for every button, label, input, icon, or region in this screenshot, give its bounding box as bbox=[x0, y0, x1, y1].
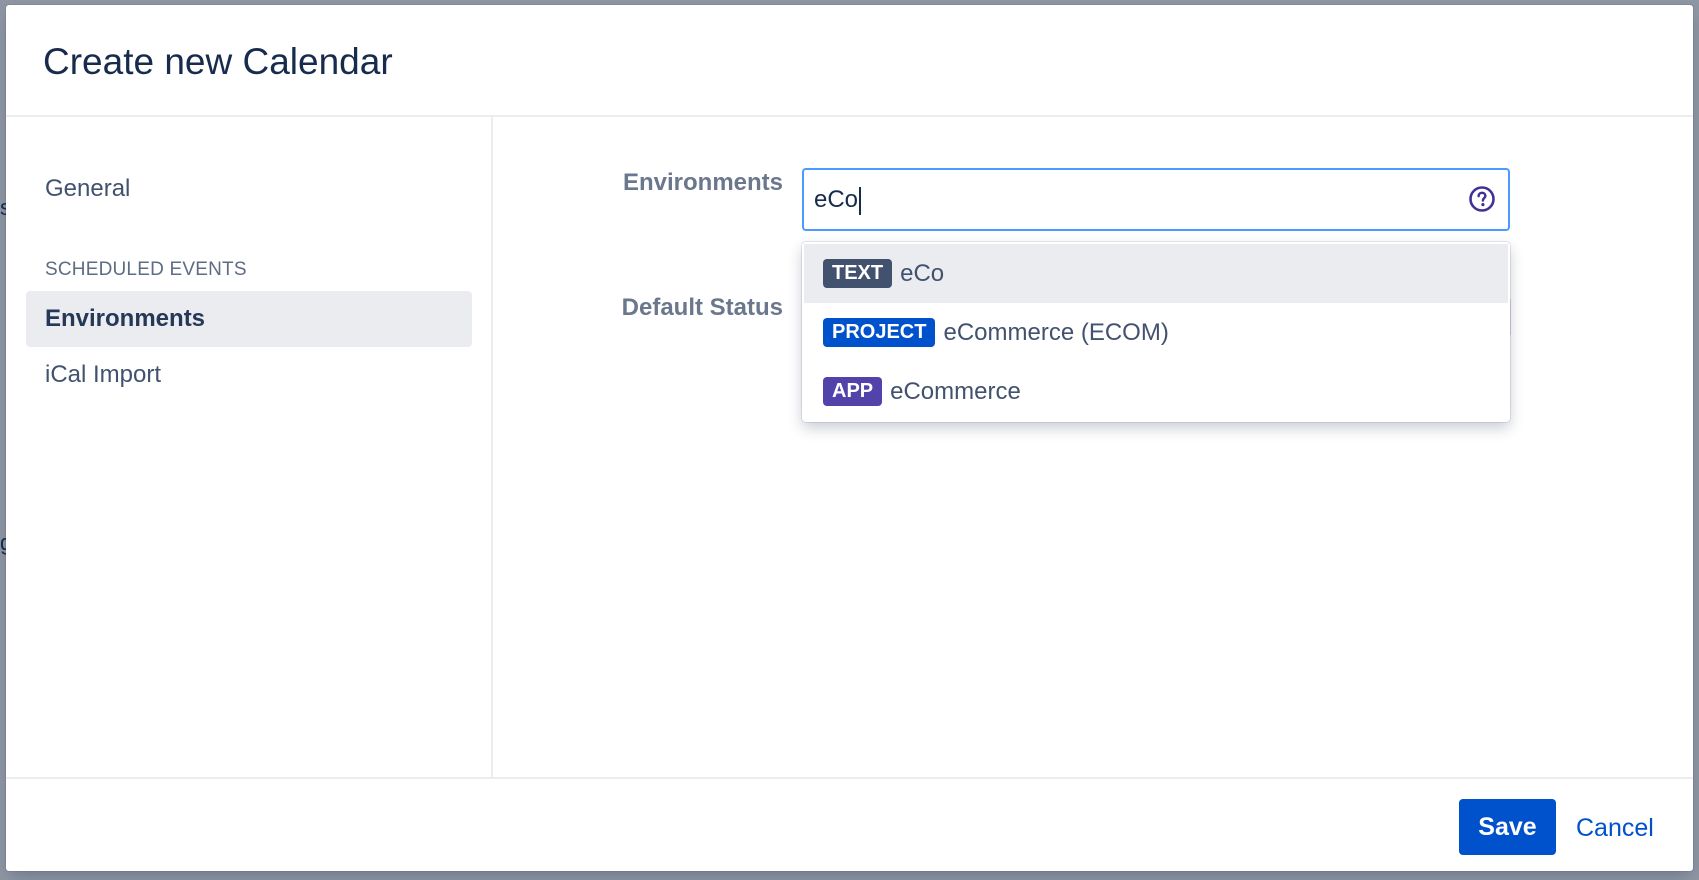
dialog-sidebar: General SCHEDULED EVENTS Environments iC… bbox=[6, 117, 493, 777]
create-calendar-dialog: Create new Calendar General SCHEDULED EV… bbox=[6, 5, 1693, 871]
dialog-footer: Save Cancel bbox=[6, 777, 1693, 871]
environments-suggestions-dropdown: TEXT eCo PROJECT eCommerce (ECOM) APP eC… bbox=[802, 242, 1510, 422]
option-label: eCommerce bbox=[890, 377, 1021, 405]
option-label: eCommerce (ECOM) bbox=[943, 318, 1169, 346]
sidebar-item-ical-import[interactable]: iCal Import bbox=[26, 347, 472, 403]
text-caret bbox=[859, 186, 862, 215]
suggestion-option-text[interactable]: TEXT eCo bbox=[804, 244, 1508, 303]
environments-label: Environments bbox=[622, 169, 783, 196]
option-label: eCo bbox=[900, 259, 945, 287]
dialog-title: Create new Calendar bbox=[43, 41, 393, 82]
suggestion-option-project[interactable]: PROJECT eCommerce (ECOM) bbox=[804, 303, 1508, 362]
sidebar-section-heading: SCHEDULED EVENTS bbox=[45, 259, 247, 280]
sidebar-item-environments[interactable]: Environments bbox=[26, 291, 472, 347]
default-status-label: Default Status bbox=[621, 294, 783, 321]
project-type-tag: PROJECT bbox=[823, 318, 936, 347]
dialog-header: Create new Calendar bbox=[6, 5, 1693, 117]
sidebar-item-general[interactable]: General bbox=[26, 161, 472, 217]
cancel-button[interactable]: Cancel bbox=[1576, 814, 1654, 843]
question-circle-icon[interactable] bbox=[1468, 185, 1496, 213]
app-type-tag: APP bbox=[823, 377, 883, 406]
dialog-content: Environments Default Status eCo TEXT eCo… bbox=[493, 117, 1693, 777]
environments-input-value: eCo bbox=[814, 186, 859, 213]
environments-search-input[interactable]: eCo bbox=[802, 168, 1510, 231]
save-button[interactable]: Save bbox=[1459, 799, 1556, 855]
suggestion-option-app[interactable]: APP eCommerce bbox=[804, 362, 1508, 421]
text-type-tag: TEXT bbox=[823, 259, 893, 288]
